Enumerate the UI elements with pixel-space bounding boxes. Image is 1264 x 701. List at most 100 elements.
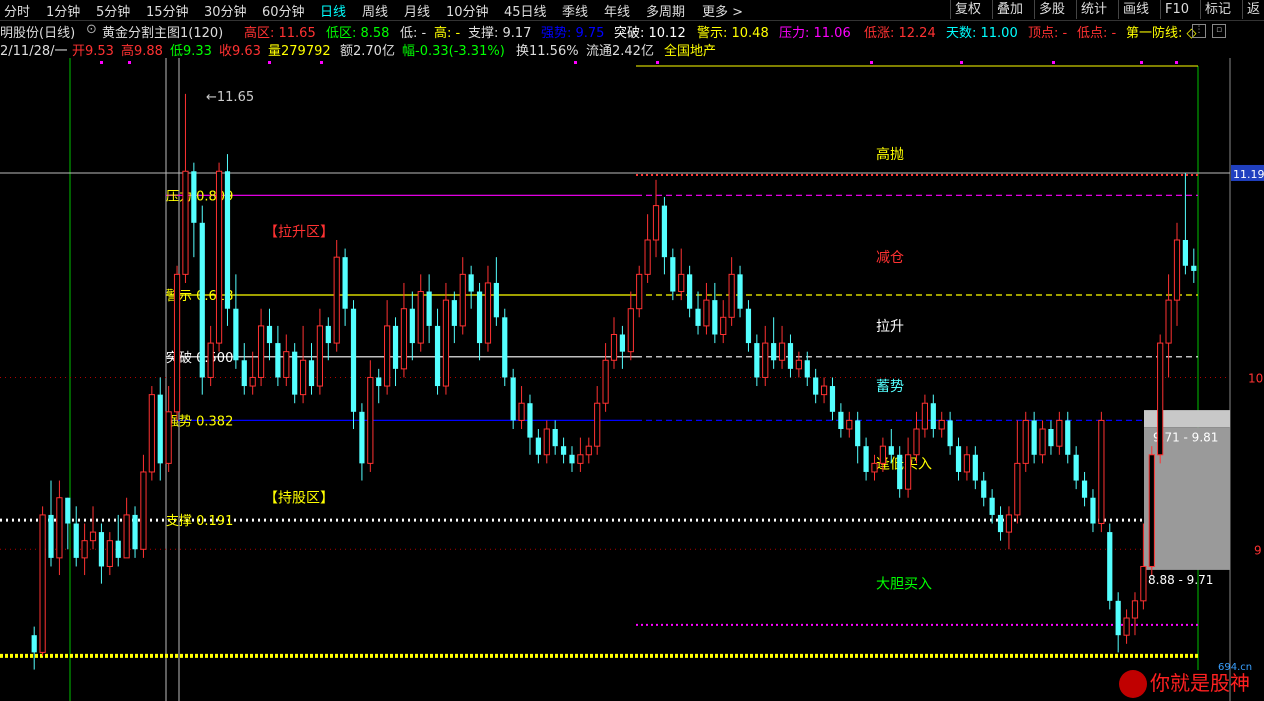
quote-range: 幅-0.33(-3.31%) (402, 44, 505, 59)
period-tab-45day[interactable]: 45日线 (504, 1, 547, 20)
statistics-button[interactable]: 统计 (1076, 0, 1111, 19)
candle-body-down (787, 343, 794, 369)
quote-open: 开9.53 (72, 44, 114, 59)
quote-volume: 量279792 (268, 44, 331, 59)
fuquan-button[interactable]: 复权 (950, 0, 985, 19)
quote-float: 流通2.42亿 (586, 44, 654, 59)
candle-body-up (678, 273, 685, 293)
candle-body-down (981, 480, 987, 498)
period-tab-more[interactable]: 更多 > (702, 1, 743, 20)
candle-body-down (930, 403, 936, 429)
period-tab-fenshi[interactable]: 分时 (4, 1, 30, 20)
candle-body-down (989, 497, 995, 515)
top-point-value: 顶点: - (1028, 26, 1068, 41)
warning-value: 警示: 10.48 (697, 26, 769, 41)
candle-body-up (938, 419, 945, 430)
candle-body-down (376, 377, 382, 387)
candle-body-down (569, 454, 575, 464)
candle-body-up (459, 273, 466, 327)
period-tab-quarterly[interactable]: 季线 (562, 1, 588, 20)
days-value: 天数: 11.00 (946, 26, 1018, 41)
period-tab-yearly[interactable]: 年线 (604, 1, 630, 20)
multi-stock-button[interactable]: 多股 (1034, 0, 1069, 19)
period-tab-multi[interactable]: 多周期 (646, 1, 685, 20)
price-tag-text: 11.19 (1233, 168, 1264, 181)
candle-body-down (737, 274, 743, 309)
overlay-button[interactable]: 叠加 (992, 0, 1027, 19)
top-marker (1175, 61, 1178, 64)
range-box-lower (1144, 427, 1230, 570)
top-marker (268, 61, 271, 64)
pressure-value: 压力: 11.06 (779, 26, 851, 41)
mark-button[interactable]: 标记 (1200, 0, 1235, 19)
candle-body-down (771, 343, 777, 361)
level-label-strong: 强势 0.382 (166, 413, 233, 429)
f10-button[interactable]: F10 (1160, 0, 1193, 19)
period-tab-1min[interactable]: 1分钟 (46, 1, 80, 20)
candle-body-up (543, 428, 550, 456)
candle-body-up (585, 445, 592, 456)
candle-body-up (215, 170, 223, 344)
quote-close: 收9.63 (219, 44, 261, 59)
zone-label: 【拉升区】 (264, 224, 334, 240)
candle-body-up (913, 428, 920, 456)
candle-body-down (863, 446, 869, 472)
candle-body-up (610, 333, 618, 361)
candle-body-down (224, 171, 231, 309)
top-marker (100, 61, 103, 64)
candle-body-up (1173, 239, 1181, 301)
dropdown-circle-icon[interactable]: ⊙ (86, 22, 97, 37)
candle-body-down (191, 171, 197, 223)
candle-body-up (728, 273, 735, 318)
candle-body-down (451, 300, 457, 326)
panel-close-icon[interactable]: ▫ (1212, 24, 1226, 38)
candle-body-down (619, 334, 626, 352)
top-marker (1052, 61, 1055, 64)
candlestick-chart[interactable]: 11.19压力 0.809警示 0.618突破 0.500强势 0.382支撑 … (0, 58, 1264, 701)
candle-body-down (813, 377, 819, 395)
candle-body-down (560, 446, 567, 455)
candle-body-up (594, 402, 601, 447)
candle-body-up (846, 419, 853, 430)
stock-name: 明股份(日线) (0, 26, 76, 41)
candle-body-up (879, 445, 886, 464)
candle-body-down (241, 360, 247, 387)
candle-body-up (602, 359, 609, 404)
top-marker (960, 61, 963, 64)
candle-body-up (1123, 617, 1130, 636)
period-tab-15min[interactable]: 15分钟 (146, 1, 189, 20)
period-tab-10min[interactable]: 10分钟 (446, 1, 489, 20)
period-tab-60min[interactable]: 60分钟 (262, 1, 305, 20)
strong-value: 强势: 9.75 (541, 26, 605, 41)
candle-body-up (39, 514, 46, 653)
peak-price-label: ←11.65 (206, 90, 254, 105)
panel-minimize-icon[interactable]: ⋮ (1192, 24, 1206, 38)
candle-body-down (359, 411, 365, 464)
period-tab-30min[interactable]: 30分钟 (204, 1, 247, 20)
candle-body-up (904, 454, 912, 490)
period-tab-weekly[interactable]: 周线 (362, 1, 388, 20)
candle-body-down (468, 274, 474, 292)
draw-line-button[interactable]: 画线 (1118, 0, 1153, 19)
candle-body-up (106, 540, 113, 567)
candle-body-up (400, 308, 408, 370)
period-tab-daily[interactable]: 日线 (320, 1, 346, 20)
candle-body-up (1022, 419, 1029, 464)
candle-body-down (409, 308, 415, 344)
candle-body-down (266, 325, 273, 344)
candle-body-down (350, 308, 357, 412)
candle-body-up (81, 540, 88, 559)
candle-body-down (888, 446, 894, 455)
period-tab-monthly[interactable]: 月线 (404, 1, 430, 20)
candle-body-up (627, 308, 634, 353)
return-button[interactable]: 返 (1242, 0, 1264, 19)
candle-body-down (392, 325, 399, 369)
candle-body-up (182, 170, 189, 275)
candle-body-down (687, 274, 693, 309)
candle-body-up (316, 325, 324, 387)
candle-body-up (384, 325, 391, 387)
candle-body-down (48, 514, 54, 558)
period-tab-5min[interactable]: 5分钟 (96, 1, 130, 20)
candle-body-down (972, 454, 978, 481)
candle-body-up (1140, 565, 1147, 602)
